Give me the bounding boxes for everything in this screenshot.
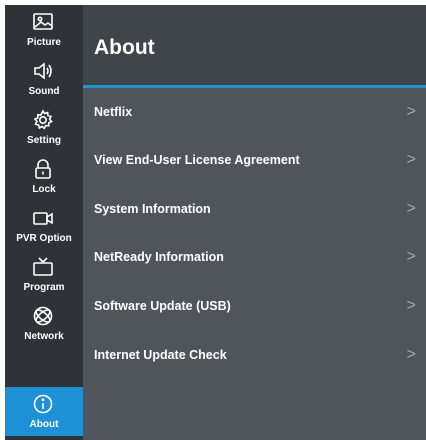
- speaker-icon: [34, 62, 52, 80]
- chevron-right-icon: >: [406, 151, 416, 168]
- sidebar-item-about[interactable]: About: [5, 387, 83, 436]
- sidebar-item-label: Setting: [27, 135, 61, 146]
- sidebar-item-network[interactable]: Network: [5, 299, 83, 348]
- chevron-right-icon: >: [406, 200, 416, 217]
- chevron-right-icon: >: [406, 103, 416, 120]
- tv-menu-screen: Picture Sound Setting Lock PVR Option Pr…: [5, 5, 426, 440]
- sidebar-item-label: Sound: [28, 86, 60, 97]
- gear-icon: [33, 109, 53, 130]
- video-camera-icon: [33, 212, 53, 225]
- sidebar-item-setting[interactable]: Setting: [5, 103, 83, 152]
- sidebar-item-sound[interactable]: Sound: [5, 54, 83, 103]
- menu-item-label: System Information: [94, 202, 211, 216]
- chevron-right-icon: >: [406, 297, 416, 314]
- menu-item-label: Internet Update Check: [94, 348, 227, 362]
- menu-item-label: Software Update (USB): [94, 299, 231, 313]
- menu-item-eula[interactable]: View End-User License Agreement >: [83, 138, 426, 186]
- menu-item-system-information[interactable]: System Information >: [83, 187, 426, 235]
- menu-item-netflix[interactable]: Netflix >: [83, 90, 426, 138]
- menu-item-software-update-usb[interactable]: Software Update (USB) >: [83, 284, 426, 332]
- globe-icon: [33, 306, 53, 326]
- menu-item-internet-update-check[interactable]: Internet Update Check >: [83, 333, 426, 381]
- tv-icon: [33, 257, 53, 276]
- sidebar-item-pvr-option[interactable]: PVR Option: [5, 201, 83, 250]
- chevron-right-icon: >: [406, 346, 416, 363]
- sidebar-item-label: Program: [23, 282, 65, 293]
- lock-icon: [35, 159, 51, 179]
- sidebar-item-label: Picture: [27, 37, 61, 48]
- menu-item-label: View End-User License Agreement: [94, 153, 300, 167]
- sidebar-item-program[interactable]: Program: [5, 250, 83, 299]
- sidebar-item-picture[interactable]: Picture: [5, 5, 83, 54]
- header-divider: [83, 85, 426, 88]
- info-icon: [33, 394, 53, 414]
- chevron-right-icon: >: [406, 248, 416, 265]
- sidebar: Picture Sound Setting Lock PVR Option Pr…: [5, 5, 83, 440]
- menu-item-netready-information[interactable]: NetReady Information >: [83, 235, 426, 283]
- menu-item-label: Netflix: [94, 105, 133, 119]
- main-panel: About Netflix > View End-User License Ag…: [83, 5, 426, 440]
- sidebar-item-label: Network: [24, 331, 64, 342]
- menu-item-label: NetReady Information: [94, 250, 224, 264]
- sidebar-item-lock[interactable]: Lock: [5, 152, 83, 201]
- sidebar-item-label: Lock: [32, 184, 56, 195]
- sidebar-item-label: PVR Option: [16, 233, 72, 244]
- sidebar-item-label: About: [29, 419, 59, 430]
- page-title: About: [94, 36, 155, 59]
- picture-icon: [33, 13, 53, 30]
- header: About: [83, 5, 426, 88]
